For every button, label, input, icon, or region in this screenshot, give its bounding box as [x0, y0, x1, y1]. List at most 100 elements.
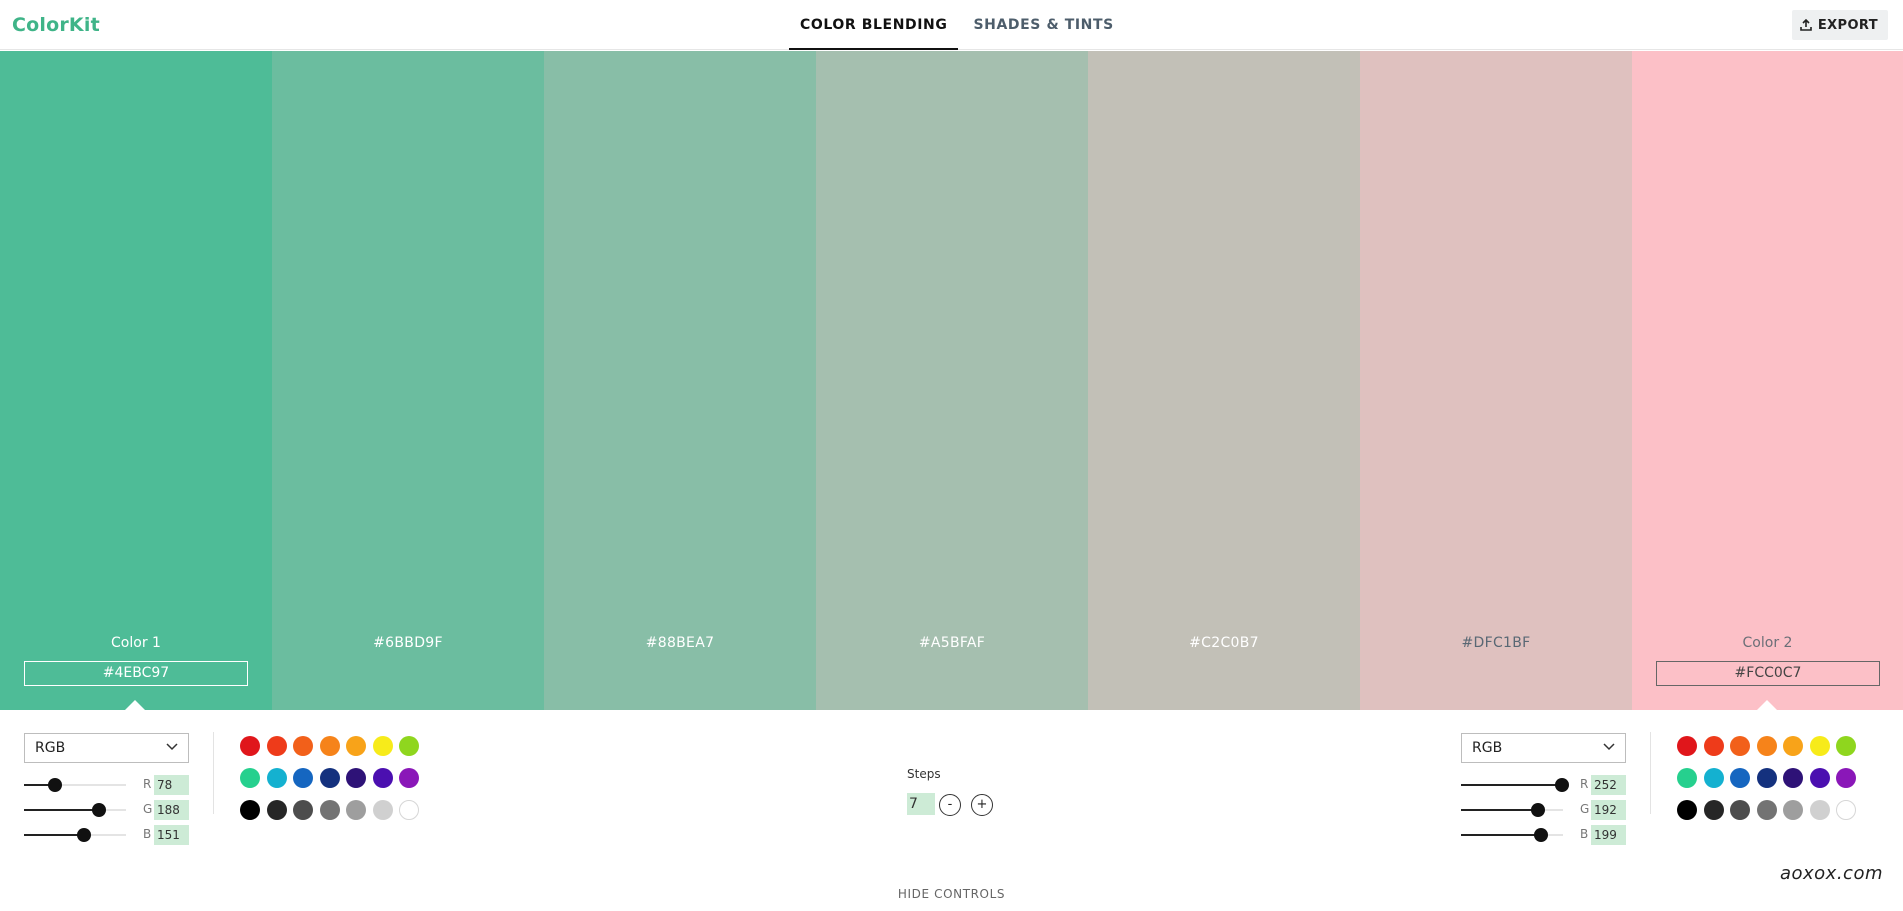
slider-track[interactable] [24, 828, 126, 842]
palette-swatch[interactable] [1809, 768, 1830, 788]
divider [1650, 732, 1651, 814]
swatch-step-5[interactable]: #C2C0B7 [1088, 51, 1360, 710]
color-1-hex-input[interactable]: #4EBC97 [24, 661, 248, 686]
slider-handle[interactable] [77, 828, 91, 842]
color-1-g-input[interactable]: 188 [154, 800, 189, 820]
palette-swatch[interactable] [1756, 736, 1777, 756]
steps-control: Steps 7 - + [907, 767, 993, 816]
color-1-mode-value: RGB [35, 740, 66, 756]
swatch-hex-label: #6BBD9F [373, 635, 443, 651]
controls-panel: RGB R 78 G 188 B 151 Steps 7 - + RGB R 2… [0, 710, 1903, 911]
palette-swatch[interactable] [372, 736, 393, 756]
palette-swatch[interactable] [372, 800, 393, 820]
hide-controls-button[interactable]: HIDE CONTROLS [0, 887, 1903, 901]
swatch-hex-label: #C2C0B7 [1189, 635, 1259, 651]
swatch-step-4[interactable]: #A5BFAF [816, 51, 1088, 710]
palette-swatch[interactable] [1783, 800, 1803, 820]
palette-swatch[interactable] [1809, 800, 1830, 820]
palette-swatch[interactable] [399, 768, 419, 788]
app-logo[interactable]: ColorKit [12, 14, 100, 36]
chevron-down-icon [166, 743, 178, 751]
palette-swatch[interactable] [346, 800, 366, 820]
palette-swatch[interactable] [1677, 768, 1697, 788]
palette-swatch[interactable] [293, 800, 313, 820]
palette-swatch[interactable] [1703, 768, 1724, 788]
slider-track[interactable] [1461, 778, 1569, 792]
palette-swatch[interactable] [1730, 800, 1750, 820]
palette-swatch[interactable] [266, 800, 287, 820]
color-2-r-input[interactable]: 252 [1591, 775, 1626, 795]
steps-increment-button[interactable]: + [971, 794, 993, 816]
palette-swatch[interactable] [266, 736, 287, 756]
palette-swatch[interactable] [1730, 736, 1750, 756]
steps-decrement-button[interactable]: - [939, 794, 961, 816]
slider-track[interactable] [1461, 803, 1563, 817]
channel-label: B [1580, 827, 1589, 841]
palette-swatch[interactable] [319, 800, 340, 820]
slider-handle[interactable] [1534, 828, 1548, 842]
steps-input[interactable]: 7 [907, 793, 935, 815]
color-2-mode-select[interactable]: RGB [1461, 733, 1626, 763]
slider-handle[interactable] [1555, 778, 1569, 792]
tab-color-blending[interactable]: COLOR BLENDING [789, 0, 959, 50]
swatch-step-2[interactable]: #6BBD9F [272, 51, 544, 710]
color-1-r-input[interactable]: 78 [154, 775, 189, 795]
palette-swatch[interactable] [1703, 736, 1724, 756]
color-2-slider-b: B 199 [1461, 825, 1626, 845]
channel-label: G [143, 802, 153, 816]
palette-swatch[interactable] [293, 736, 313, 756]
color-1-slider-g: G 188 [24, 800, 189, 820]
color-1-slider-b: B 151 [24, 825, 189, 845]
color-2-g-input[interactable]: 192 [1591, 800, 1626, 820]
color-1-b-input[interactable]: 151 [154, 825, 189, 845]
palette-swatch[interactable] [399, 736, 419, 756]
palette-swatch[interactable] [1836, 800, 1856, 820]
swatch-step-6[interactable]: #DFC1BF [1360, 51, 1632, 710]
upload-icon [1800, 19, 1812, 31]
palette-swatch[interactable] [1756, 800, 1777, 820]
palette-swatch[interactable] [240, 800, 260, 820]
palette-swatch[interactable] [319, 736, 340, 756]
slider-track[interactable] [1461, 828, 1563, 842]
palette-swatch[interactable] [1809, 736, 1830, 756]
palette-swatch[interactable] [319, 768, 340, 788]
palette-swatch[interactable] [1783, 768, 1803, 788]
channel-label: G [1580, 802, 1590, 816]
color-2-b-input[interactable]: 199 [1591, 825, 1626, 845]
slider-track[interactable] [24, 778, 126, 792]
color-1-mode-select[interactable]: RGB [24, 733, 189, 763]
palette-swatch[interactable] [1730, 768, 1750, 788]
divider [213, 732, 214, 814]
palette-swatch[interactable] [1756, 768, 1777, 788]
color-1-slider-r: R 78 [24, 775, 189, 795]
palette-swatch[interactable] [240, 736, 260, 756]
palette-swatch[interactable] [266, 768, 287, 788]
slider-handle[interactable] [48, 778, 62, 792]
color-2-title: Color 2 [1742, 635, 1793, 651]
color-2-hex-input[interactable]: #FCC0C7 [1656, 661, 1880, 686]
palette-swatch[interactable] [1783, 736, 1803, 756]
palette-swatch[interactable] [293, 768, 313, 788]
palette-swatch[interactable] [1836, 736, 1856, 756]
swatch-color-2[interactable]: Color 2 #FCC0C7 [1632, 51, 1903, 711]
palette-swatch[interactable] [346, 736, 366, 756]
slider-handle[interactable] [92, 803, 106, 817]
swatch-color-1[interactable]: Color 1 #4EBC97 [0, 51, 272, 711]
palette-swatch[interactable] [399, 800, 419, 820]
watermark: aoxox.com [1779, 863, 1883, 884]
palette-swatch[interactable] [1677, 736, 1697, 756]
swatch-hex-label: #88BEA7 [645, 635, 715, 651]
color-2-slider-r: R 252 [1461, 775, 1626, 795]
palette-swatch[interactable] [1703, 800, 1724, 820]
palette-swatch[interactable] [1836, 768, 1856, 788]
channel-label: B [143, 827, 152, 841]
swatch-step-3[interactable]: #88BEA7 [544, 51, 816, 710]
palette-swatch[interactable] [372, 768, 393, 788]
palette-swatch[interactable] [346, 768, 366, 788]
palette-swatch[interactable] [240, 768, 260, 788]
export-button[interactable]: EXPORT [1791, 10, 1888, 40]
slider-track[interactable] [24, 803, 126, 817]
palette-swatch[interactable] [1677, 800, 1697, 820]
tab-shades-tints[interactable]: SHADES & TINTS [962, 0, 1124, 50]
slider-handle[interactable] [1531, 803, 1545, 817]
